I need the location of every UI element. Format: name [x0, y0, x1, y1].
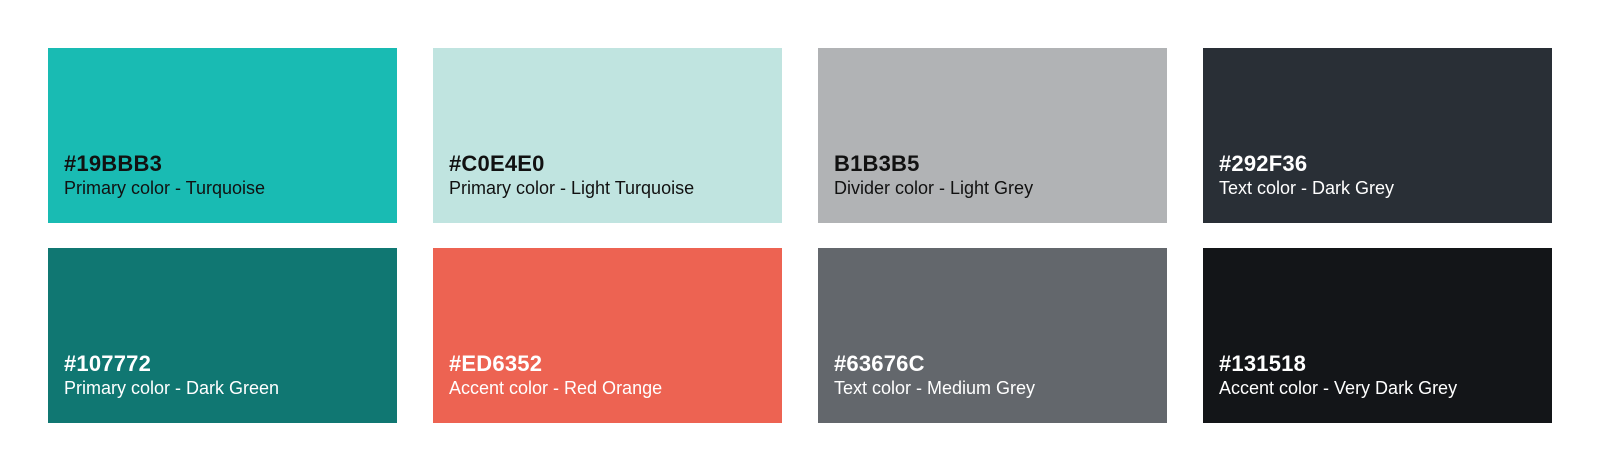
- swatch-light-grey: B1B3B5 Divider color - Light Grey: [818, 48, 1167, 223]
- swatch-label: Primary color - Dark Green: [64, 378, 280, 398]
- swatch-label: Accent color - Red Orange: [449, 378, 663, 398]
- swatch-hex-code: #C0E4E0: [449, 151, 545, 176]
- swatch-hex-code: #19BBB3: [64, 151, 163, 176]
- swatch-label: Text color - Medium Grey: [834, 378, 1036, 398]
- swatch-hex-code: #131518: [1219, 351, 1307, 376]
- swatch-hex-code: B1B3B5: [834, 151, 920, 176]
- swatch-label: Primary color - Turquoise: [64, 178, 266, 198]
- swatch-text: #63676C Text color - Medium Grey: [834, 351, 1035, 399]
- swatch-text: #107772 Primary color - Dark Green: [64, 351, 279, 399]
- swatch-dark-green: #107772 Primary color - Dark Green: [48, 248, 397, 423]
- swatch-light-turquoise: #C0E4E0 Primary color - Light Turquoise: [433, 48, 782, 223]
- swatch-label: Text color - Dark Grey: [1219, 178, 1395, 198]
- swatch-label: Divider color - Light Grey: [834, 178, 1034, 198]
- swatch-text: #19BBB3 Primary color - Turquoise: [64, 151, 265, 199]
- color-palette: #19BBB3 Primary color - Turquoise #C0E4E…: [48, 48, 1552, 423]
- swatch-text: B1B3B5 Divider color - Light Grey: [834, 151, 1033, 199]
- swatch-dark-grey: #292F36 Text color - Dark Grey: [1203, 48, 1552, 223]
- swatch-hex-code: #63676C: [834, 351, 925, 376]
- swatch-text: #292F36 Text color - Dark Grey: [1219, 151, 1394, 199]
- swatch-text: #C0E4E0 Primary color - Light Turquoise: [449, 151, 694, 199]
- swatch-label: Accent color - Very Dark Grey: [1219, 378, 1458, 398]
- swatch-very-dark-grey: #131518 Accent color - Very Dark Grey: [1203, 248, 1552, 423]
- swatch-text: #131518 Accent color - Very Dark Grey: [1219, 351, 1457, 399]
- swatch-hex-code: #107772: [64, 351, 152, 376]
- swatch-label: Primary color - Light Turquoise: [449, 178, 695, 198]
- swatch-hex-code: #ED6352: [449, 351, 543, 376]
- swatch-turquoise: #19BBB3 Primary color - Turquoise: [48, 48, 397, 223]
- swatch-text: #ED6352 Accent color - Red Orange: [449, 351, 662, 399]
- swatch-medium-grey: #63676C Text color - Medium Grey: [818, 248, 1167, 423]
- swatch-hex-code: #292F36: [1219, 151, 1308, 176]
- swatch-red-orange: #ED6352 Accent color - Red Orange: [433, 248, 782, 423]
